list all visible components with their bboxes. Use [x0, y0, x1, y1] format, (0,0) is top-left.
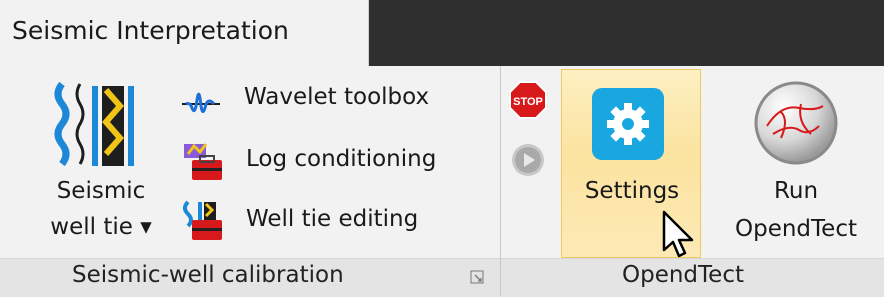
play-icon[interactable] — [510, 142, 546, 178]
tab-label: Seismic Interpretation — [12, 16, 289, 45]
seismic-well-tie-label-2: well tie ▾ — [50, 214, 152, 240]
well-tie-editing-icon — [183, 200, 222, 240]
well-tie-editing-label: Well tie editing — [246, 206, 419, 232]
group-separator — [500, 66, 501, 296]
wavelet-toolbox-button[interactable]: Wavelet toolbox — [180, 80, 480, 120]
dialog-launcher-icon[interactable] — [470, 270, 484, 284]
wavelet-toolbox-label: Wavelet toolbox — [244, 84, 430, 110]
run-opendtect-button[interactable]: Run OpendTect — [716, 70, 876, 256]
tab-seismic-interpretation[interactable]: Seismic Interpretation — [0, 0, 369, 66]
gear-icon — [607, 103, 649, 145]
log-conditioning-icon — [184, 143, 222, 180]
mouse-cursor-icon — [662, 210, 694, 258]
settings-label: Settings — [584, 178, 680, 204]
seismic-well-tie-button[interactable]: Seismic well tie ▾ — [36, 78, 166, 254]
well-tie-editing-button[interactable]: Well tie editing — [180, 200, 480, 244]
stop-sign-icon[interactable]: STOP — [508, 80, 548, 120]
ribbon-tab-bar: Seismic Interpretation — [0, 0, 884, 66]
log-conditioning-label: Log conditioning — [246, 146, 437, 172]
svg-text:STOP: STOP — [513, 96, 543, 108]
settings-icon-tile — [592, 88, 664, 160]
group-label-calibration: Seismic-well calibration — [72, 262, 344, 288]
log-conditioning-button[interactable]: Log conditioning — [180, 140, 480, 184]
seismic-well-tie-label-1: Seismic — [56, 178, 146, 204]
run-opendtect-label-1: Run — [773, 178, 819, 204]
run-opendtect-label-2: OpendTect — [735, 216, 857, 242]
seismic-well-tie-icon — [54, 81, 134, 167]
wavelet-icon — [182, 92, 220, 113]
opendtect-logo-icon — [754, 81, 838, 165]
group-label-opendtect: OpendTect — [622, 262, 744, 288]
